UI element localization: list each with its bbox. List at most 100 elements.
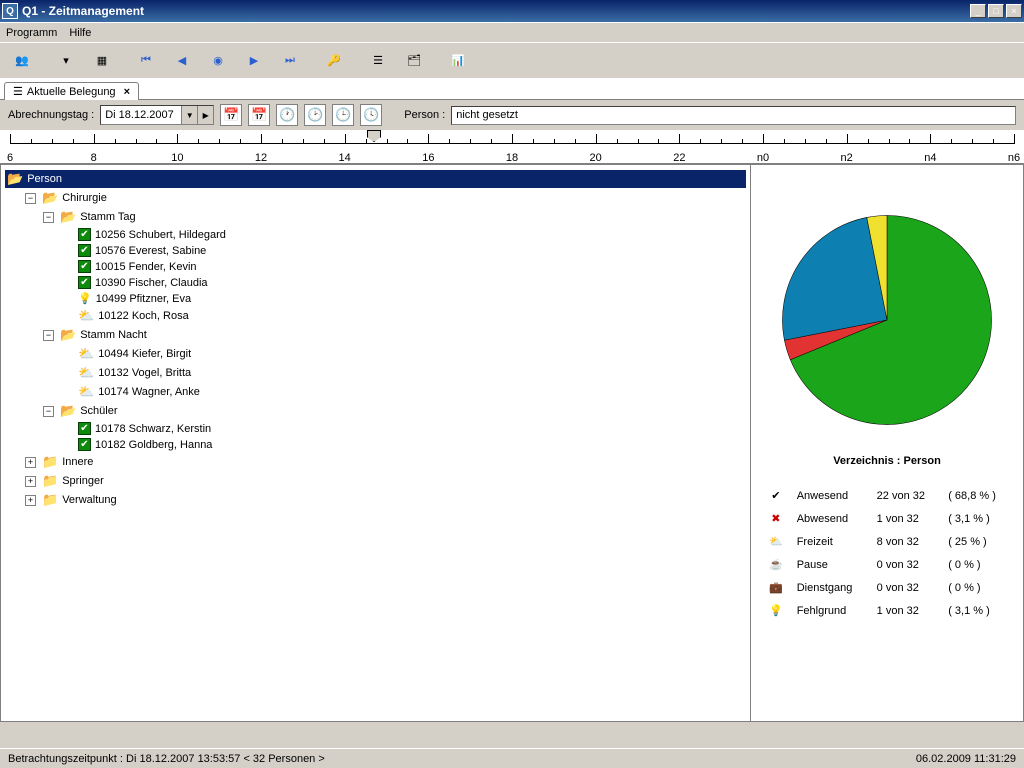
collapse-icon[interactable]: − <box>25 193 36 204</box>
clock4-icon[interactable]: 🕓 <box>360 104 382 126</box>
tree-person-10132[interactable]: ⛅10132 Vogel, Britta <box>59 364 746 382</box>
tab-bar: ☰ Aktuelle Belegung × <box>0 78 1024 100</box>
tree-stamm-nacht[interactable]: − 📂 Stamm Nacht <box>41 326 746 344</box>
tree-person-10499[interactable]: 💡10499 Pfitzner, Eva <box>59 291 746 306</box>
present-icon: ✔ <box>78 276 91 289</box>
folder-open-icon: 📂 <box>60 327 76 343</box>
pie-chart <box>772 205 1002 435</box>
date-combo[interactable]: ▼ ▶ <box>100 105 214 125</box>
tree-verwaltung[interactable]: +📁Verwaltung <box>23 491 746 509</box>
clock1-icon[interactable]: 🕐 <box>276 104 298 126</box>
status-right: 06.02.2009 11:31:29 <box>916 753 1016 765</box>
tool-filter-icon[interactable]: ▾ <box>54 49 78 73</box>
ruler-label: n4 <box>924 152 936 164</box>
date-dropdown-icon[interactable]: ▼ <box>181 106 197 124</box>
present-icon: ✔ <box>78 228 91 241</box>
date-input[interactable] <box>101 106 181 124</box>
ruler-label: n2 <box>841 152 853 164</box>
nav-last-icon[interactable]: ⏭ <box>278 49 302 73</box>
menu-bar: Programm Hilfe <box>0 22 1024 42</box>
tree-person-10390[interactable]: ✔10390 Fischer, Claudia <box>59 275 746 290</box>
calendar-red2-icon[interactable]: 📅 <box>248 104 270 126</box>
tree-stamm-tag[interactable]: − 📂 Stamm Tag <box>41 208 746 226</box>
freetime-icon: ⛅ <box>78 308 94 324</box>
collapse-icon[interactable]: − <box>43 330 54 341</box>
filter-bar: Abrechnungstag : ▼ ▶ 📅 📅 🕐 🕑 🕒 🕓 Person … <box>0 100 1024 130</box>
tree-springer[interactable]: +📁Springer <box>23 472 746 490</box>
tree-person-10178[interactable]: ✔10178 Schwarz, Kerstin <box>59 421 746 436</box>
clock2-icon[interactable]: 🕑 <box>304 104 326 126</box>
expand-icon[interactable]: + <box>25 476 36 487</box>
ruler-label: 8 <box>91 152 97 164</box>
tree-person-10256[interactable]: ✔10256 Schubert, Hildegard <box>59 227 746 242</box>
date-label: Abrechnungstag : <box>8 109 94 121</box>
date-apply-icon[interactable]: ▶ <box>197 106 213 124</box>
tree-person-10174[interactable]: ⛅10174 Wagner, Anke <box>59 383 746 401</box>
tree-panel: 📂 Person − 📂 Chirurgie − <box>1 165 751 721</box>
expand-icon[interactable]: + <box>25 495 36 506</box>
legend-row-pause: ☕ Pause 0 von 32 ( 0 % ) <box>763 554 1011 575</box>
tree-person-10015[interactable]: ✔10015 Fender, Kevin <box>59 259 746 274</box>
fehlgrund-icon: 💡 <box>769 605 783 617</box>
tree-person-10494[interactable]: ⛅10494 Kiefer, Birgit <box>59 345 746 363</box>
menu-hilfe[interactable]: Hilfe <box>69 27 91 39</box>
tab-close-icon[interactable]: × <box>124 86 130 98</box>
freetime-icon: ⛅ <box>769 536 783 548</box>
ruler-label: 14 <box>339 152 351 164</box>
close-button[interactable]: × <box>1006 4 1022 18</box>
legend-row-abwesend: ✖ Abwesend 1 von 32 ( 3,1 % ) <box>763 508 1011 529</box>
ruler-label: 6 <box>7 152 13 164</box>
present-icon: ✔ <box>78 244 91 257</box>
chart-panel: Verzeichnis : Person ✔ Anwesend 22 von 3… <box>751 165 1023 721</box>
freetime-icon: ⛅ <box>78 346 94 362</box>
folder-icon: 📁 <box>42 492 58 508</box>
freetime-icon: ⛅ <box>78 384 94 400</box>
maximize-button[interactable]: □ <box>988 4 1004 18</box>
clock3-icon[interactable]: 🕒 <box>332 104 354 126</box>
legend-row-dienstgang: 💼 Dienstgang 0 von 32 ( 0 % ) <box>763 577 1011 598</box>
nav-first-icon[interactable]: ⏮ <box>134 49 158 73</box>
tree-person-10122[interactable]: ⛅10122 Koch, Rosa <box>59 307 746 325</box>
freetime-icon: ⛅ <box>78 365 94 381</box>
app-icon: Q <box>2 3 18 19</box>
window-title: Q1 - Zeitmanagement <box>22 4 970 18</box>
main-area: 📂 Person − 📂 Chirurgie − <box>0 164 1024 722</box>
pause-icon: ☕ <box>769 559 783 571</box>
absent-icon: ✖ <box>771 513 780 525</box>
expand-icon[interactable]: + <box>25 457 36 468</box>
tab-aktuelle-belegung[interactable]: ☰ Aktuelle Belegung × <box>4 82 139 100</box>
minimize-button[interactable]: _ <box>970 4 986 18</box>
menu-programm[interactable]: Programm <box>6 27 57 39</box>
collapse-icon[interactable]: − <box>43 406 54 417</box>
tree-person-10576[interactable]: ✔10576 Everest, Sabine <box>59 243 746 258</box>
legend-row-freizeit: ⛅ Freizeit 8 von 32 ( 25 % ) <box>763 531 1011 552</box>
nav-now-icon[interactable]: ◉ <box>206 49 230 73</box>
folder-open-icon: 📂 <box>7 171 23 187</box>
tree-innere[interactable]: +📁Innere <box>23 453 746 471</box>
ruler-label: 22 <box>673 152 685 164</box>
title-bar: Q Q1 - Zeitmanagement _ □ × <box>0 0 1024 22</box>
tool-list-icon[interactable]: ☰ <box>366 49 390 73</box>
folder-icon: 📁 <box>42 454 58 470</box>
ruler-label: 10 <box>171 152 183 164</box>
ruler-label: n6 <box>1008 152 1020 164</box>
tree-chirurgie[interactable]: − 📂 Chirurgie <box>23 189 746 207</box>
tree-root-person[interactable]: 📂 Person <box>5 170 746 188</box>
tree-schueler[interactable]: − 📂 Schüler <box>41 402 746 420</box>
folder-icon: 📁 <box>42 473 58 489</box>
tool-tree-icon[interactable]: 🗂 <box>402 49 426 73</box>
collapse-icon[interactable]: − <box>43 212 54 223</box>
tool-key-icon[interactable]: 🔑 <box>322 49 346 73</box>
dienstgang-icon: 💼 <box>769 582 783 594</box>
tool-persons-icon[interactable]: 👥 <box>10 49 34 73</box>
ruler-label: n0 <box>757 152 769 164</box>
tree-person-10182[interactable]: ✔10182 Goldberg, Hanna <box>59 437 746 452</box>
legend-table: ✔ Anwesend 22 von 32 ( 68,8 % ) ✖ Abwese… <box>761 483 1013 623</box>
calendar-red-icon[interactable]: 📅 <box>220 104 242 126</box>
person-field[interactable]: nicht gesetzt <box>451 106 1016 125</box>
tool-chart-icon[interactable]: 📊 <box>446 49 470 73</box>
tab-icon: ☰ <box>13 85 23 98</box>
nav-next-icon[interactable]: ▶ <box>242 49 266 73</box>
nav-prev-icon[interactable]: ◀ <box>170 49 194 73</box>
tool-calendar-icon[interactable]: ▦ <box>90 49 114 73</box>
